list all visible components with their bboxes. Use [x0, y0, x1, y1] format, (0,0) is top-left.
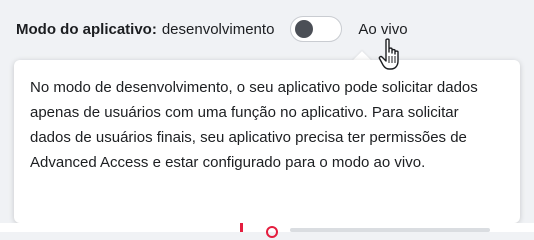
- alert-circle-icon: [266, 226, 278, 238]
- tooltip-text: No modo de desenvolvimento, o seu aplica…: [30, 79, 478, 171]
- toggle-knob: [295, 20, 314, 38]
- app-mode-panel: Modo do aplicativo: desenvolvimento Ao v…: [0, 0, 534, 238]
- app-mode-row: Modo do aplicativo: desenvolvimento Ao v…: [16, 16, 408, 42]
- app-mode-tooltip: No modo de desenvolvimento, o seu aplica…: [14, 60, 520, 223]
- live-mode-label: Ao vivo: [358, 20, 408, 38]
- app-mode-label: Modo do aplicativo:: [16, 20, 157, 38]
- app-mode-toggle[interactable]: [290, 16, 343, 42]
- app-mode-current-value: desenvolvimento: [161, 20, 275, 38]
- alert-accent-bar: [240, 223, 243, 232]
- obscured-text: [290, 228, 490, 232]
- hand-pointer-icon: [378, 38, 399, 70]
